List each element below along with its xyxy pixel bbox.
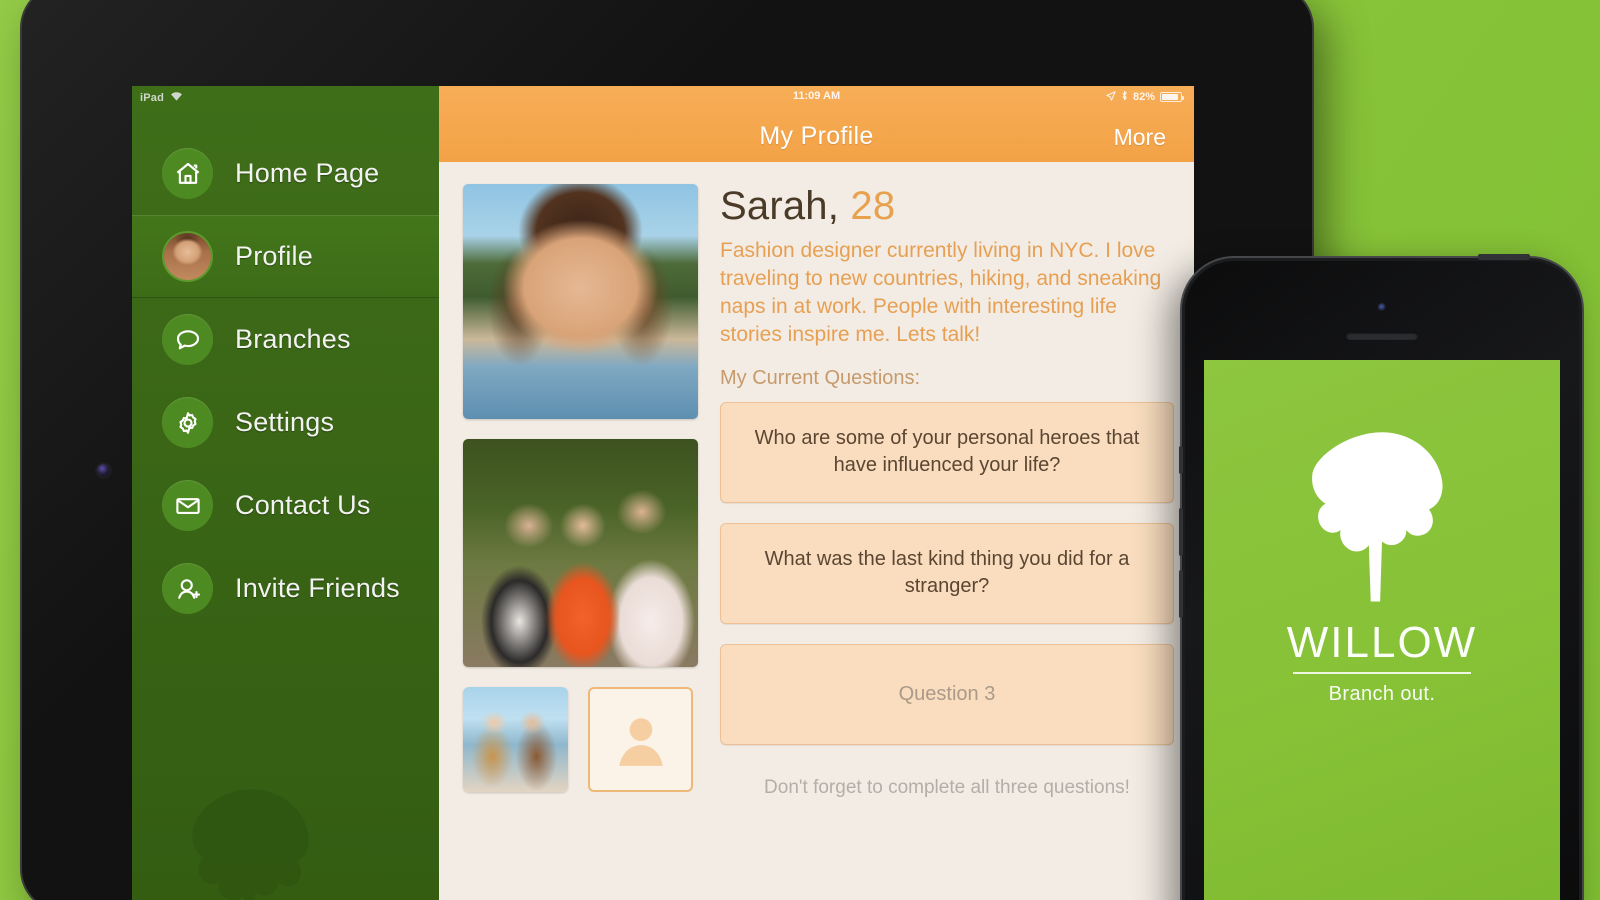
sidebar-item-label: Home Page [235,158,380,188]
volume-down-button[interactable] [1179,570,1183,618]
photo-column [463,184,698,900]
sidebar-item-contact-us[interactable]: Contact Us [132,464,439,547]
ipad-screen: iPad Home Page Profile Branches Settings… [132,86,1194,900]
wifi-icon [170,91,183,104]
power-button[interactable] [1478,254,1530,260]
sidebar-item-settings[interactable]: Settings [132,381,439,464]
sidebar-item-label: Profile [235,241,313,271]
add-person-icon [162,563,213,614]
sidebar-item-invite-friends[interactable]: Invite Friends [132,547,439,630]
iphone-device: WILLOW Branch out. [1179,254,1582,900]
sidebar-item-label: Branches [235,324,351,354]
status-bar-left: iPad [140,91,183,104]
second-photo[interactable] [463,439,698,667]
chat-bubble-icon [162,314,213,365]
empty-photo-slot[interactable] [588,687,693,792]
willow-tree-icon [192,789,309,900]
battery-icon [1160,92,1184,102]
wordmark-underline [1293,672,1471,674]
primary-photo[interactable] [463,184,698,419]
status-bar-right: 82% [1106,90,1184,104]
home-icon [162,148,213,199]
iphone-screen: WILLOW Branch out. [1204,360,1560,900]
sidebar-item-label: Settings [235,407,335,437]
iphone-front-camera-icon [1377,303,1387,312]
sidebar-item-label: Invite Friends [235,573,400,603]
iphone-earpiece [1346,332,1418,340]
profile-name-line: Sarah, 28 [720,184,1174,229]
willow-wordmark: WILLOW [1286,618,1478,667]
sidebar-item-home-page[interactable]: Home Page [132,132,439,215]
question-card-3[interactable]: Question 3 [720,643,1174,745]
profile-bio: Fashion designer currently living in NYC… [720,239,1162,346]
thumbnail-row [463,687,698,792]
profile-content: Sarah, 28 Fashion designer currently liv… [439,162,1194,900]
status-bar-time: 11:09 AM [792,90,841,102]
question-card-2[interactable]: What was the last kind thing you did for… [720,522,1174,624]
bluetooth-icon [1121,90,1128,104]
navbar: 11:09 AM 82% My Profile More [439,86,1194,162]
thumb-photo[interactable] [463,687,568,792]
questions-heading: My Current Questions: [720,366,921,389]
willow-tree-icon [1312,432,1443,602]
envelope-icon [162,480,213,531]
more-button[interactable]: More [1114,124,1166,151]
sidebar-item-label: Contact Us [235,490,371,520]
status-device-label: iPad [140,91,165,104]
profile-age: 28 [850,184,896,228]
ipad-device: iPad Home Page Profile Branches Settings… [22,0,1312,900]
person-placeholder-icon [618,717,663,766]
main-panel: 11:09 AM 82% My Profile More Sarah, 28 F… [439,86,1194,900]
ipad-front-camera-icon [97,464,110,477]
gear-icon [162,397,213,448]
volume-up-button[interactable] [1179,508,1183,556]
profile-name: Sarah, [720,184,840,228]
location-arrow-icon [1106,90,1116,104]
sidebar: iPad Home Page Profile Branches Settings… [132,86,439,900]
willow-tagline: Branch out. [1328,683,1436,705]
sidebar-item-profile[interactable]: Profile [132,215,439,298]
battery-percent-label: 82% [1132,91,1155,103]
profile-avatar [162,231,213,282]
page-title: My Profile [759,122,874,150]
sidebar-item-branches[interactable]: Branches [132,298,439,381]
question-card-1[interactable]: Who are some of your personal heroes tha… [720,401,1174,503]
mute-switch[interactable] [1179,446,1183,474]
completion-hint: Don't forget to complete all three quest… [764,776,1130,798]
info-column: Sarah, 28 Fashion designer currently liv… [720,184,1174,900]
